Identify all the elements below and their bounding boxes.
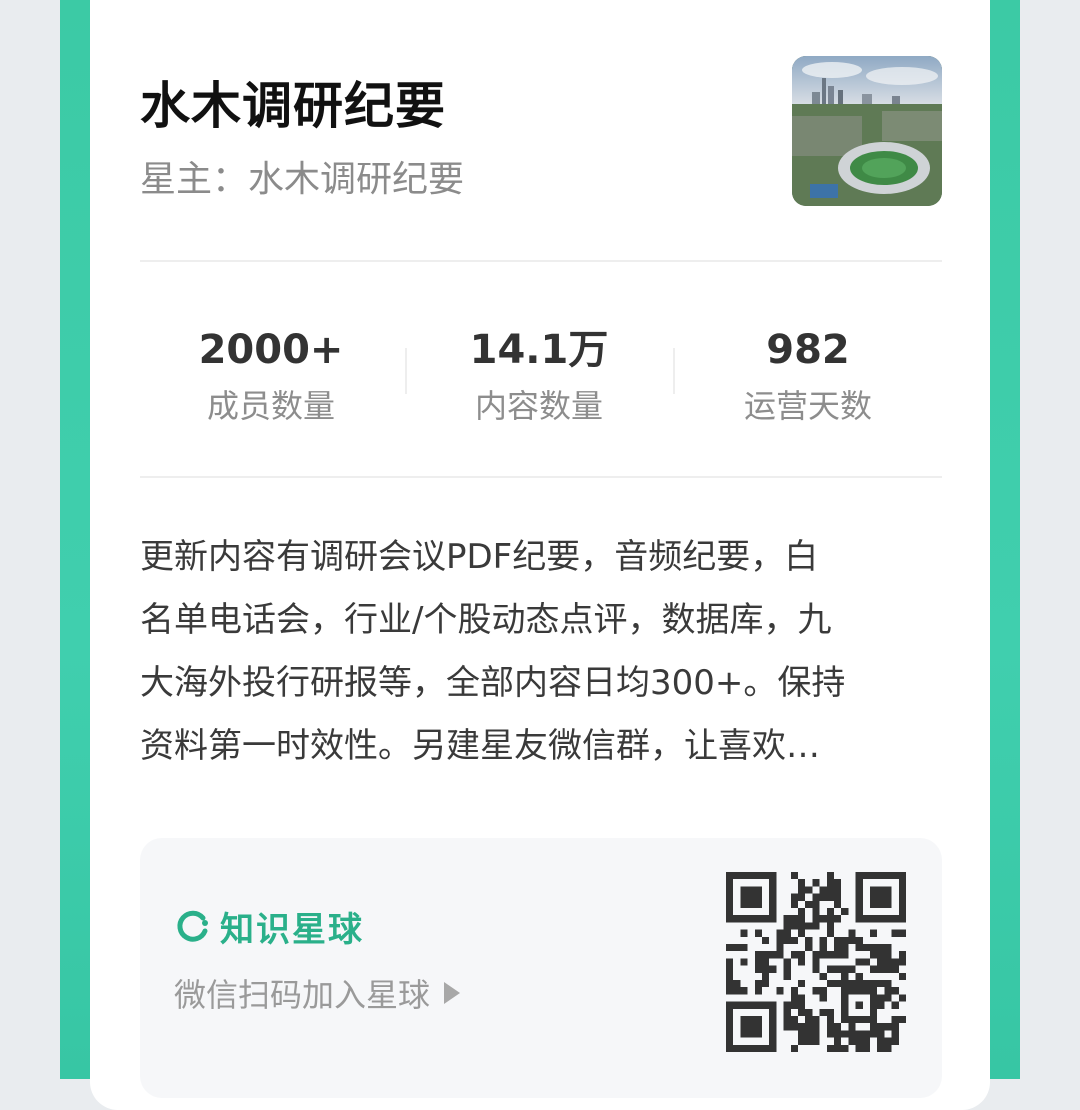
stat-content: 14.1万 内容数量 <box>414 324 664 428</box>
divider-bottom <box>140 476 942 478</box>
stat-members-value: 2000+ <box>198 327 344 373</box>
planet-description: 更新内容有调研会议PDF纪要，音频纪要，白 名单电话会，行业/个股动态点评，数据… <box>140 537 846 766</box>
qr-code[interactable] <box>726 872 906 1052</box>
cover-image[interactable] <box>792 56 942 206</box>
stat-separator <box>673 348 675 394</box>
owner-label: 星主：水木调研纪要 <box>140 159 465 200</box>
stat-days-value: 982 <box>766 327 850 373</box>
zsxq-brand: 知识星球 <box>174 902 364 951</box>
stat-members: 2000+ 成员数量 <box>146 324 396 428</box>
stat-members-label: 成员数量 <box>206 387 335 425</box>
brand-name: 知识星球 <box>220 910 364 950</box>
divider-top <box>140 260 942 262</box>
scan-to-join[interactable]: 微信扫码加入星球 <box>174 970 461 1016</box>
scan-text: 微信扫码加入星球 <box>174 976 431 1014</box>
stat-separator <box>405 348 407 394</box>
play-arrow-icon <box>444 982 461 1004</box>
zsxq-logo-icon <box>177 910 208 942</box>
stat-days-label: 运营天数 <box>743 387 872 425</box>
stat-content-label: 内容数量 <box>474 387 603 425</box>
stat-days: 982 运营天数 <box>683 324 933 428</box>
planet-title: 水木调研纪要 <box>140 77 446 135</box>
stat-content-value: 14.1万 <box>469 327 609 373</box>
